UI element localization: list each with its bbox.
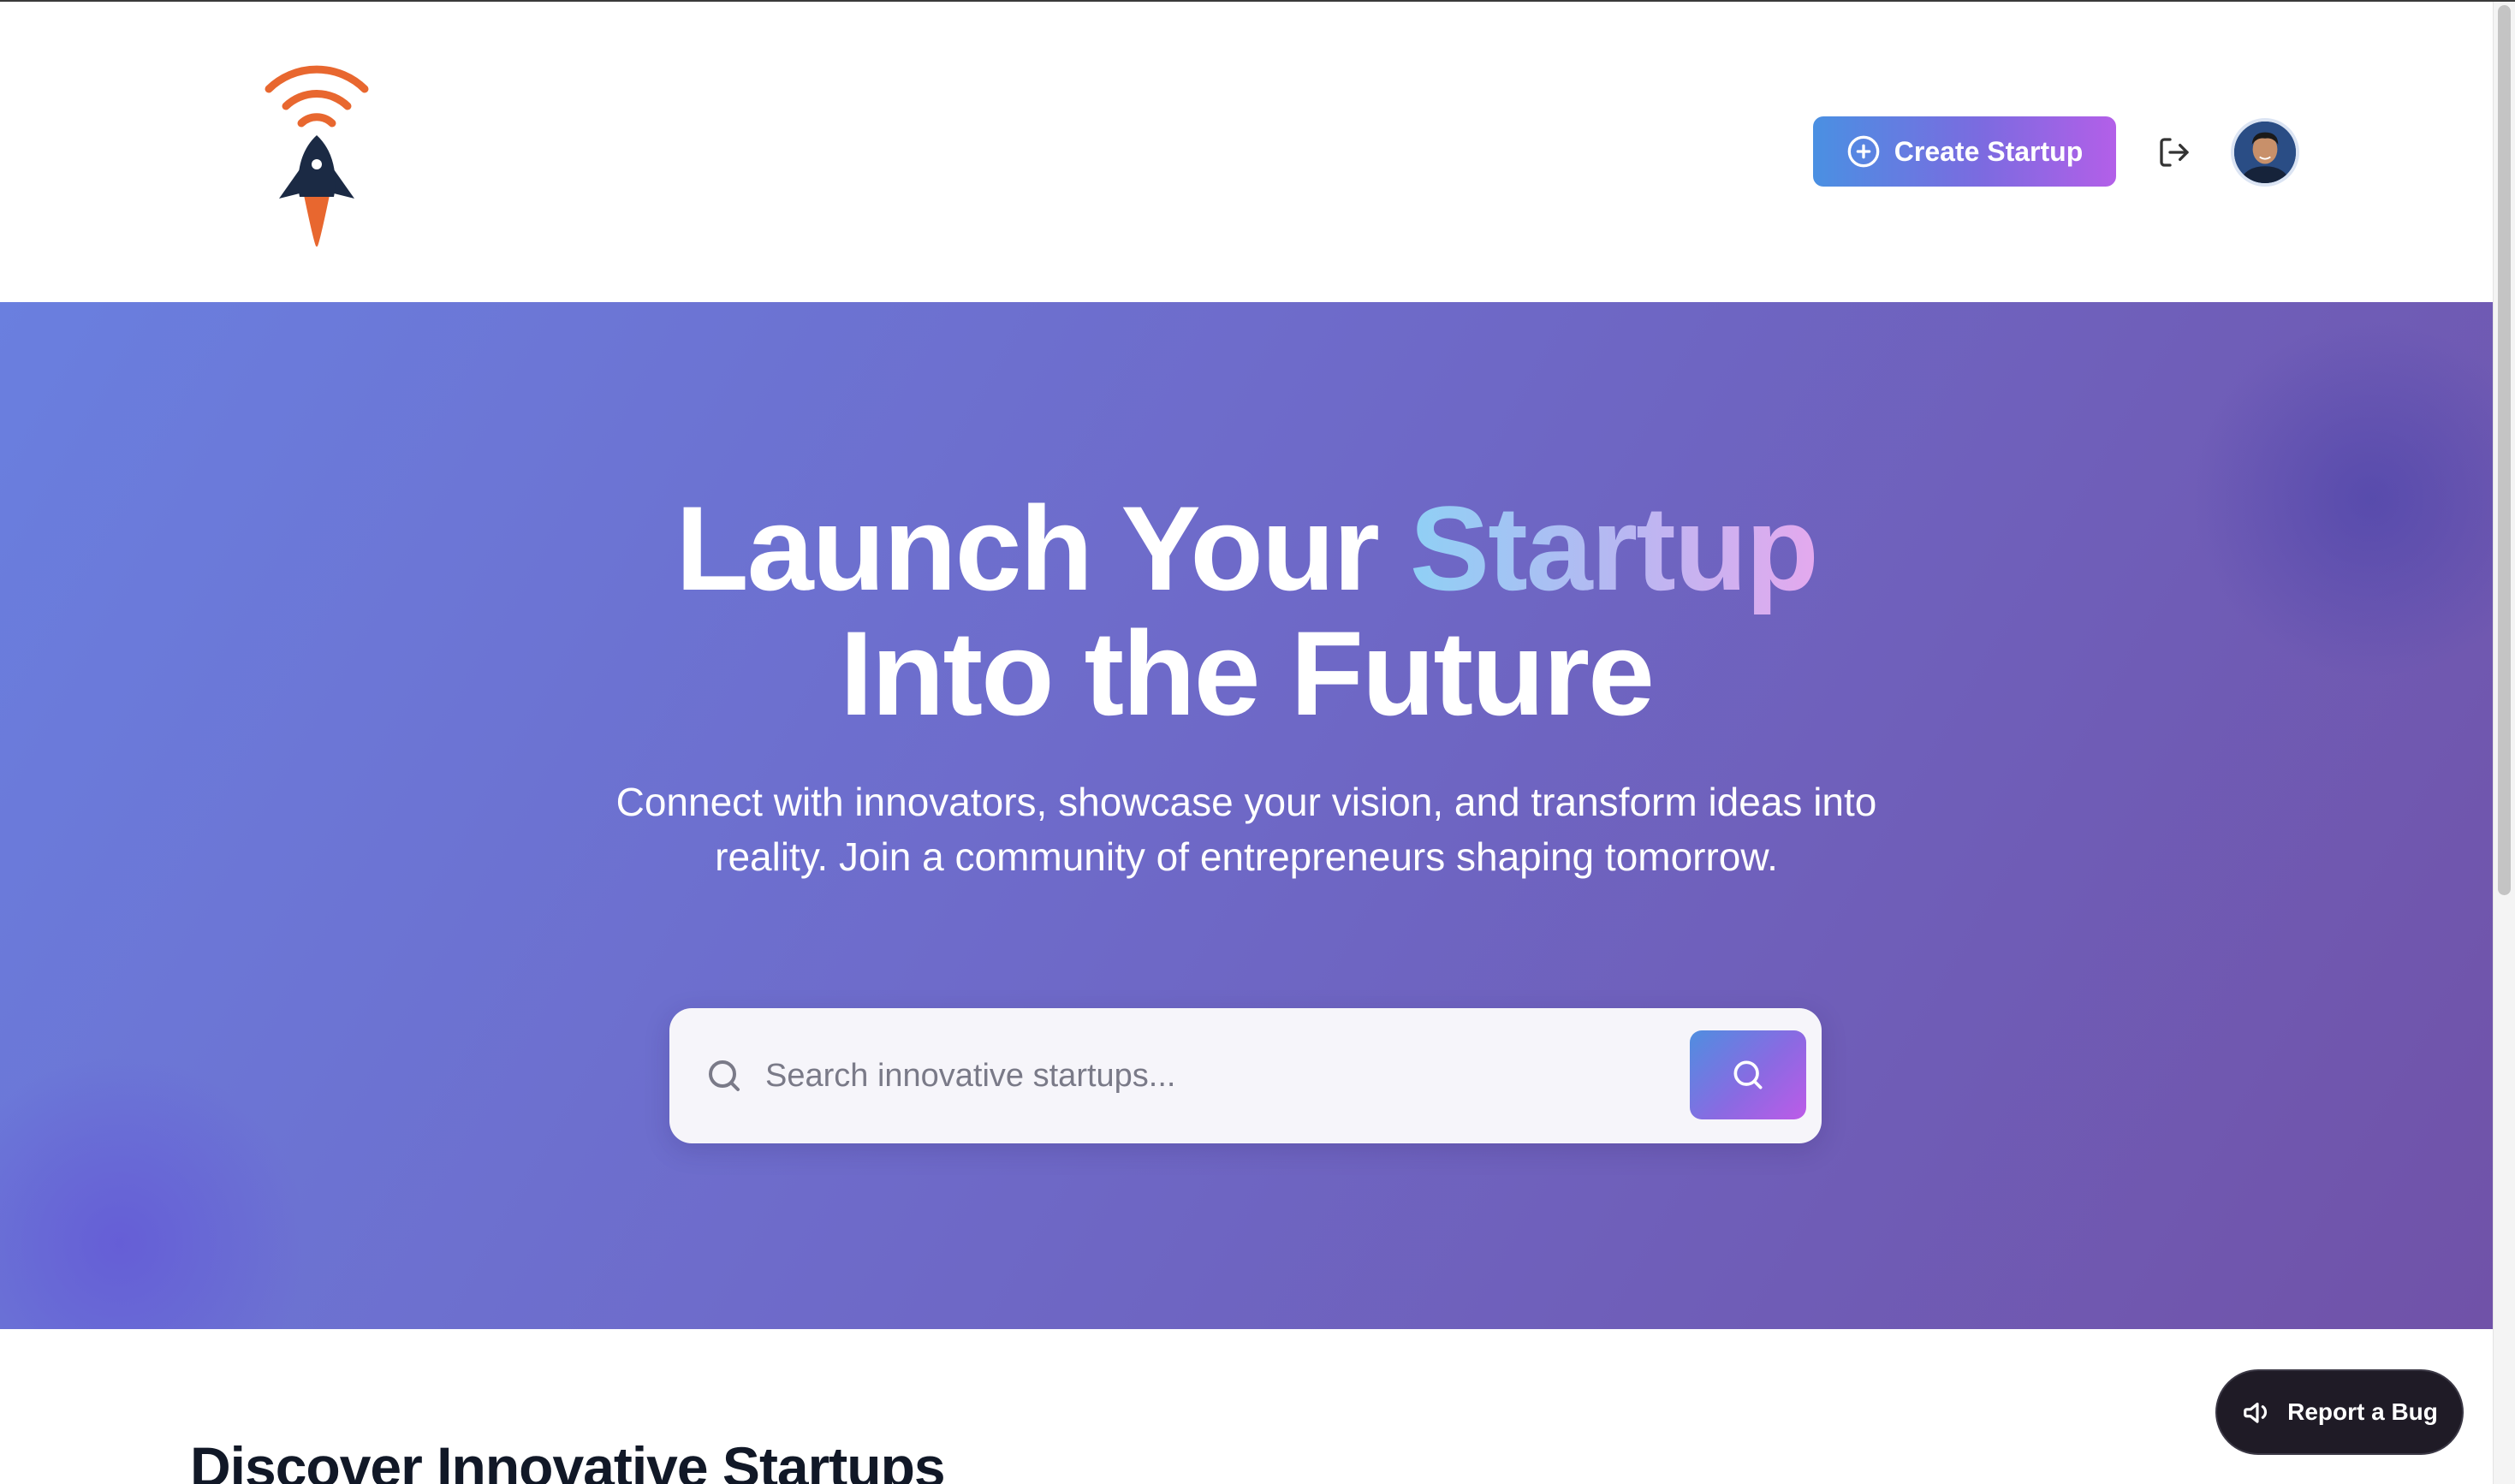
logout-button[interactable] [2152,130,2197,175]
plus-circle-icon [1847,135,1880,168]
create-startup-label: Create Startup [1894,135,2084,167]
hero-title-line-2: Into the Future [840,606,1655,740]
site-header: Create Startup [0,2,2493,302]
page-scrollbar[interactable] [2493,2,2515,1484]
scrollbar-thumb[interactable] [2498,5,2511,895]
search-input[interactable] [765,1042,1476,1109]
hero-title: Launch Your Startup Into the Future [0,486,2493,736]
megaphone-icon [2244,1402,2268,1423]
hero-title-part-1: Launch Your [675,481,1410,615]
report-bug-button[interactable]: Report a Bug [2215,1369,2464,1455]
avatar-image [2234,122,2296,183]
hero-title-accent: Startup [1409,481,1819,615]
section-title: Discover Innovative Startups [190,1435,946,1484]
page: Create Startup Launch Your Startup Into … [0,0,2515,1484]
search-submit-button[interactable] [1690,1030,1806,1119]
decorative-blob-bottom-left [0,1055,308,1329]
create-startup-button[interactable]: Create Startup [1813,116,2116,187]
search-bar [669,1008,1822,1143]
hero-section: Launch Your Startup Into the Future Conn… [0,302,2493,1329]
search-icon [709,1060,740,1091]
user-avatar[interactable] [2231,118,2299,187]
logout-icon [2160,138,2189,167]
rocket-signal-logo[interactable] [257,51,377,250]
hero-subtitle: Connect with innovators, showcase your v… [615,780,1877,879]
report-bug-label: Report a Bug [2287,1398,2438,1425]
search-button-icon [1733,1060,1763,1089]
